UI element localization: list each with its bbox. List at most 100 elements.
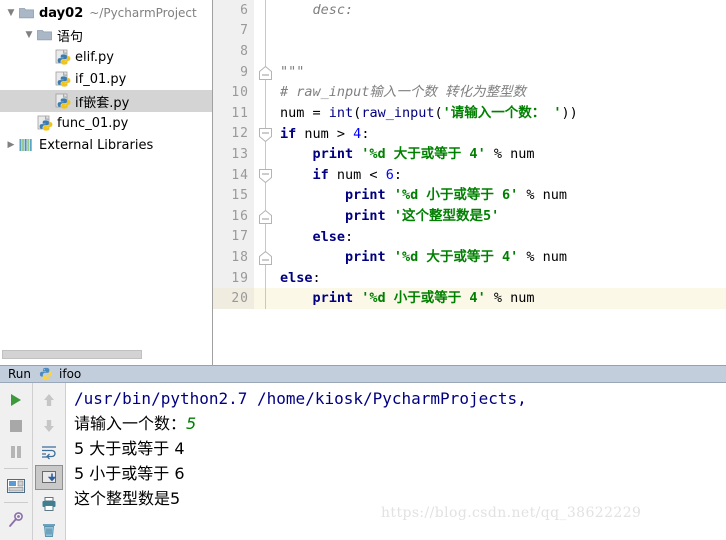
code-line-8[interactable]: 8 (213, 41, 726, 62)
code-line-text[interactable]: print '%d 小于或等于 6' % num (278, 185, 567, 206)
fold-gutter[interactable] (254, 61, 278, 83)
token-str: '这个整型数是5' (393, 207, 500, 224)
fold-gutter[interactable] (254, 123, 278, 145)
token-kw: print (345, 207, 386, 224)
fold-collapse-icon[interactable] (259, 127, 272, 142)
tree-row-external-libraries[interactable]: ▶ External Libraries (0, 134, 212, 156)
tree-row-project-root[interactable]: ▼ day02 ~/PycharmProject (0, 2, 212, 24)
fold-gutter[interactable] (254, 82, 278, 103)
code-line-text[interactable]: if num < 6: (278, 165, 402, 186)
code-line-text[interactable]: """ (278, 62, 304, 83)
trash-icon[interactable] (35, 517, 63, 540)
line-number: 14 (213, 164, 254, 186)
fold-gutter[interactable] (254, 144, 278, 165)
fold-guide-line (265, 0, 266, 21)
python-file-icon (54, 71, 71, 87)
pin-tab-button[interactable] (2, 507, 30, 532)
chevron-down-icon[interactable]: ▼ (4, 8, 18, 18)
chevron-down-icon[interactable]: ▼ (22, 30, 36, 40)
token-plain: % (518, 249, 543, 266)
code-line-text[interactable]: else: (278, 227, 354, 248)
tree-item-label: External Libraries (39, 137, 154, 153)
tree-row-elif-py[interactable]: elif.py (0, 46, 212, 68)
restore-layout-button[interactable] (2, 473, 30, 498)
code-line-6[interactable]: 6 desc: (213, 0, 726, 21)
chevron-right-icon[interactable]: ▶ (4, 140, 18, 150)
tree-row-if_01-py[interactable]: if_01.py (0, 68, 212, 90)
pause-button[interactable] (2, 439, 30, 464)
token-op: = (312, 104, 329, 121)
tree-row-语句[interactable]: ▼ 语句 (0, 24, 212, 46)
arrow-down-icon[interactable] (35, 413, 63, 438)
code-line-text[interactable]: print '%d 大于或等于 4' % num (278, 247, 567, 268)
python-file-icon (36, 115, 53, 131)
code-line-9[interactable]: 9 """ (213, 61, 726, 83)
line-number: 15 (213, 185, 254, 206)
code-line-text[interactable]: print '%d 大于或等于 4' % num (278, 144, 535, 165)
run-toolbar-left[interactable] (0, 383, 33, 540)
code-line-20[interactable]: 20 print '%d 小于或等于 4' % num (213, 288, 726, 309)
token-plain: num (542, 187, 567, 204)
code-line-15[interactable]: 15 print '%d 小于或等于 6' % num (213, 185, 726, 206)
fold-end-icon[interactable] (259, 250, 272, 266)
fold-gutter[interactable] (254, 185, 278, 206)
line-number: 10 (213, 82, 254, 103)
token-op: ( (434, 104, 443, 121)
run-toolbar-right[interactable] (33, 383, 66, 540)
printer-icon[interactable] (35, 491, 63, 516)
fold-gutter[interactable] (254, 205, 278, 227)
fold-gutter[interactable] (254, 20, 278, 42)
code-line-19[interactable]: 19 else: (213, 267, 726, 289)
fold-gutter[interactable] (254, 247, 278, 268)
code-line-10[interactable]: 10 # raw_input输入一个数 转化为整型数 (213, 82, 726, 103)
code-line-text[interactable]: desc: (278, 0, 354, 21)
code-line-text[interactable] (278, 21, 288, 42)
tree-row-if嵌套-py[interactable]: if嵌套.py (0, 90, 212, 112)
arrow-up-icon[interactable] (35, 387, 63, 412)
project-tree[interactable]: ▼ day02 ~/PycharmProject ▼ 语句 elif.py if_… (0, 0, 212, 156)
token-plain: num (280, 104, 313, 121)
tree-row-func_01-py[interactable]: func_01.py (0, 112, 212, 134)
code-line-14[interactable]: 14 if num < 6: (213, 164, 726, 186)
scrollbar-thumb[interactable] (2, 350, 142, 359)
stop-button[interactable] (2, 413, 30, 438)
code-line-text[interactable]: else: (278, 268, 321, 289)
fold-gutter[interactable] (254, 102, 278, 124)
code-editor[interactable]: 6 desc: 7 8 9 """ 10 # raw_input输入一个数 转化为整型数… (213, 0, 726, 365)
python-file-icon (54, 93, 71, 109)
console-output[interactable]: /usr/bin/python2.7 /home/kiosk/PycharmPr… (66, 383, 726, 540)
fold-gutter[interactable] (254, 288, 278, 309)
code-line-text[interactable]: # raw_input输入一个数 转化为整型数 (278, 82, 526, 103)
code-line-12[interactable]: 12 if num > 4: (213, 123, 726, 145)
fold-gutter[interactable] (254, 164, 278, 186)
project-horizontal-scrollbar[interactable] (0, 350, 212, 359)
fold-gutter[interactable] (254, 0, 278, 21)
code-line-13[interactable]: 13 print '%d 大于或等于 4' % num (213, 144, 726, 165)
rerun-button[interactable] (2, 387, 30, 412)
fold-collapse-icon[interactable] (259, 168, 272, 183)
code-line-11[interactable]: 11 num = int(raw_input('请输入一个数： ')) (213, 102, 726, 124)
libraries-icon (18, 137, 35, 153)
soft-wrap-button[interactable] (35, 439, 63, 464)
fold-gutter[interactable] (254, 41, 278, 62)
code-line-16[interactable]: 16 print '这个整型数是5' (213, 205, 726, 227)
run-tab-bar[interactable]: Run ifoo (0, 366, 726, 383)
fold-gutter[interactable] (254, 267, 278, 289)
token-op: : (312, 269, 321, 286)
code-line-7[interactable]: 7 (213, 20, 726, 42)
fold-end-icon[interactable] (259, 209, 272, 224)
code-line-text[interactable]: print '这个整型数是5' (278, 206, 499, 227)
code-line-text[interactable]: if num > 4: (278, 124, 369, 145)
scroll-to-end-button[interactable] (35, 465, 63, 490)
code-line-18[interactable]: 18 print '%d 大于或等于 4' % num (213, 247, 726, 268)
fold-gutter[interactable] (254, 226, 278, 248)
project-tool-window[interactable]: ▼ day02 ~/PycharmProject ▼ 语句 elif.py if_… (0, 0, 213, 365)
fold-end-icon[interactable] (259, 65, 272, 80)
token-plain: num (510, 146, 535, 163)
code-line-text[interactable]: print '%d 小于或等于 4' % num (278, 288, 535, 309)
code-line-text[interactable] (278, 41, 288, 62)
code-line-text[interactable]: num = int(raw_input('请输入一个数： ')) (278, 103, 578, 124)
code-line-17[interactable]: 17 else: (213, 226, 726, 248)
